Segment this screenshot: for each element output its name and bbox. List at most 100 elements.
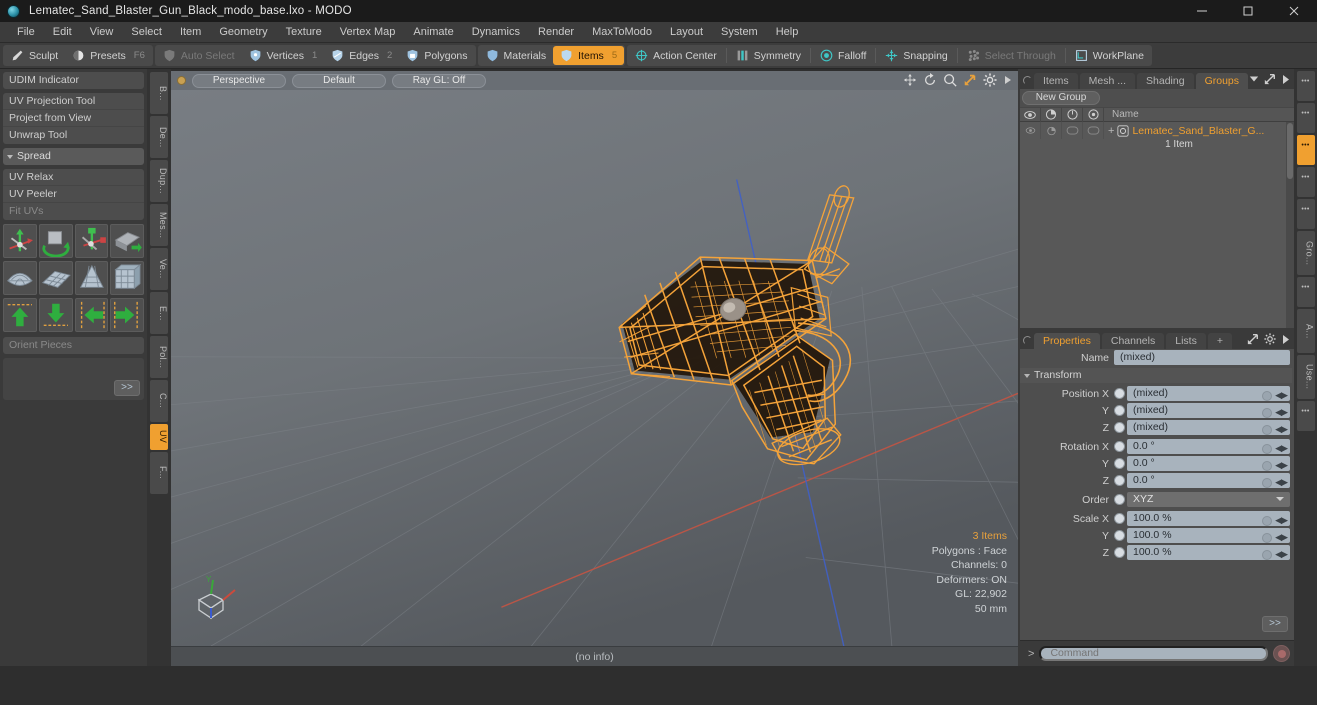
uv-align-up-icon[interactable] [3,298,37,332]
viewport-canvas[interactable]: Y 3 Items Polygons : Face Channels: 0 Defor… [171,90,1018,646]
toolbar-falloff-button[interactable]: Falloff [813,46,873,65]
chevron-down-icon[interactable] [1249,74,1259,84]
right-vtab-dots-0[interactable]: ••• [1296,71,1315,101]
toolbar-edges-button[interactable]: Edges 2 [324,46,399,65]
menu-texture[interactable]: Texture [277,22,331,43]
toolbar-snapping-button[interactable]: Snapping [878,46,954,65]
row-render-toggle[interactable] [1041,122,1062,139]
property-key-icon[interactable] [1262,443,1273,454]
pan-icon[interactable] [903,73,917,87]
uv-planar-unwrap-icon[interactable] [38,261,73,295]
properties-more-button[interactable]: >> [1262,616,1288,632]
property-stepper-icon[interactable]: ◀▶ [1275,458,1288,473]
menu-maxtomodo[interactable]: MaxToModo [583,22,661,43]
panel-menu-chevron-icon[interactable] [1281,334,1290,345]
menu-render[interactable]: Render [529,22,583,43]
property-radio[interactable] [1114,405,1125,416]
uv-cone-unwrap-icon[interactable] [74,261,109,295]
render-icon[interactable] [1041,107,1062,122]
property-radio[interactable] [1114,513,1125,524]
menu-geometry[interactable]: Geometry [210,22,276,43]
tool-uv-relax[interactable]: UV Relax [3,169,144,186]
select-icon[interactable] [1083,107,1104,122]
menu-vertex-map[interactable]: Vertex Map [331,22,405,43]
property-stepper-icon[interactable]: ◀▶ [1275,422,1288,437]
right-vtab-dots-4[interactable]: ••• [1296,199,1315,229]
menu-select[interactable]: Select [122,22,171,43]
chevron-right-icon[interactable] [1003,74,1012,86]
tab-properties[interactable]: Properties [1034,333,1100,349]
lock-icon[interactable] [1062,107,1083,122]
groups-list-body[interactable]: + Lematec_Sand_Blaster_G... 1 Item [1020,122,1294,328]
tool-uv-projection[interactable]: UV Projection Tool [3,93,144,110]
uv-align-left-icon[interactable] [74,298,109,332]
property-key-icon[interactable] [1262,477,1273,488]
panel-menu-chevron-icon[interactable] [1281,74,1290,85]
viewport-shading-select[interactable]: Default [292,73,386,88]
tool-uv-peeler[interactable]: UV Peeler [3,186,144,203]
menu-help[interactable]: Help [767,22,808,43]
right-vtab-dots-3[interactable]: ••• [1296,167,1315,197]
expand-icon[interactable] [1247,333,1259,345]
property-value-field[interactable]: 100.0 % ◀▶ [1127,545,1290,560]
uv-scale-icon[interactable] [74,224,109,258]
property-value-field[interactable]: (mixed) ◀▶ [1127,386,1290,401]
transform-section-header[interactable]: Transform [1020,368,1292,383]
toolbar-action-center-button[interactable]: Action Center [628,46,724,65]
eye-icon[interactable] [1020,107,1041,122]
tab-[interactable]: + [1207,333,1232,349]
property-radio[interactable] [1114,494,1125,505]
viewport-projection-select[interactable]: Perspective [192,73,286,88]
tool-project-from-view[interactable]: Project from View [3,110,144,127]
menu-system[interactable]: System [712,22,767,43]
toolbar-presets-button[interactable]: Presets F6 [65,46,152,65]
maximize-button[interactable] [1225,0,1271,22]
uv-box-unwrap-icon[interactable] [110,261,144,295]
left-vtab-uv[interactable]: UV [150,424,168,450]
property-stepper-icon[interactable]: ◀▶ [1275,388,1288,403]
uv-align-down-icon[interactable] [38,298,73,332]
property-key-icon[interactable] [1262,424,1273,435]
menu-item[interactable]: Item [171,22,210,43]
uv-move-icon[interactable] [3,224,37,258]
left-vtab-e[interactable]: E... [150,292,168,334]
property-value-field[interactable]: 0.0 ° ◀▶ [1127,439,1290,454]
property-key-icon[interactable] [1262,532,1273,543]
group-row-name[interactable]: + Lematec_Sand_Blaster_G... [1104,125,1264,137]
uv-sphere-unwrap-icon[interactable] [3,261,37,295]
minimize-button[interactable] [1179,0,1225,22]
toolbar-workplane-button[interactable]: WorkPlane [1068,46,1151,65]
right-vtab-a[interactable]: A... [1296,309,1315,353]
rotate-icon[interactable] [923,73,937,87]
table-row[interactable]: + Lematec_Sand_Blaster_G... [1020,122,1294,139]
uv-flip-icon[interactable] [110,224,144,258]
left-vtab-mes[interactable]: Mes... [150,204,168,246]
property-value-field[interactable]: 100.0 % ◀▶ [1127,528,1290,543]
new-group-button[interactable]: New Group [1022,91,1100,105]
row-eye-toggle[interactable] [1020,122,1041,139]
row-lock-toggle[interactable] [1062,122,1083,139]
property-stepper-icon[interactable]: ◀▶ [1275,513,1288,528]
menu-file[interactable]: File [8,22,44,43]
tab-lists[interactable]: Lists [1166,333,1206,349]
right-vtab-gro[interactable]: Gro... [1296,231,1315,275]
tool-unwrap[interactable]: Unwrap Tool [3,127,144,144]
property-key-icon[interactable] [1262,460,1273,471]
property-dropdown[interactable]: XYZ [1127,492,1290,507]
close-button[interactable] [1271,0,1317,22]
property-value-field[interactable]: 0.0 ° ◀▶ [1127,456,1290,471]
property-stepper-icon[interactable]: ◀▶ [1275,405,1288,420]
groups-scrollbar[interactable] [1286,122,1294,328]
toolbar-items-button[interactable]: Items 5 [553,46,625,65]
command-input[interactable] [1039,646,1268,661]
property-radio[interactable] [1114,422,1125,433]
name-field[interactable]: (mixed) [1114,350,1290,365]
zoom-icon[interactable] [943,73,957,87]
menu-animate[interactable]: Animate [404,22,462,43]
left-vtab-pol[interactable]: Pol... [150,336,168,378]
property-radio[interactable] [1114,388,1125,399]
left-vtab-ve[interactable]: Ve... [150,248,168,290]
menu-dynamics[interactable]: Dynamics [463,22,529,43]
right-vtab-use[interactable]: Use... [1296,355,1315,399]
left-vtab-dup[interactable]: Dup... [150,160,168,202]
